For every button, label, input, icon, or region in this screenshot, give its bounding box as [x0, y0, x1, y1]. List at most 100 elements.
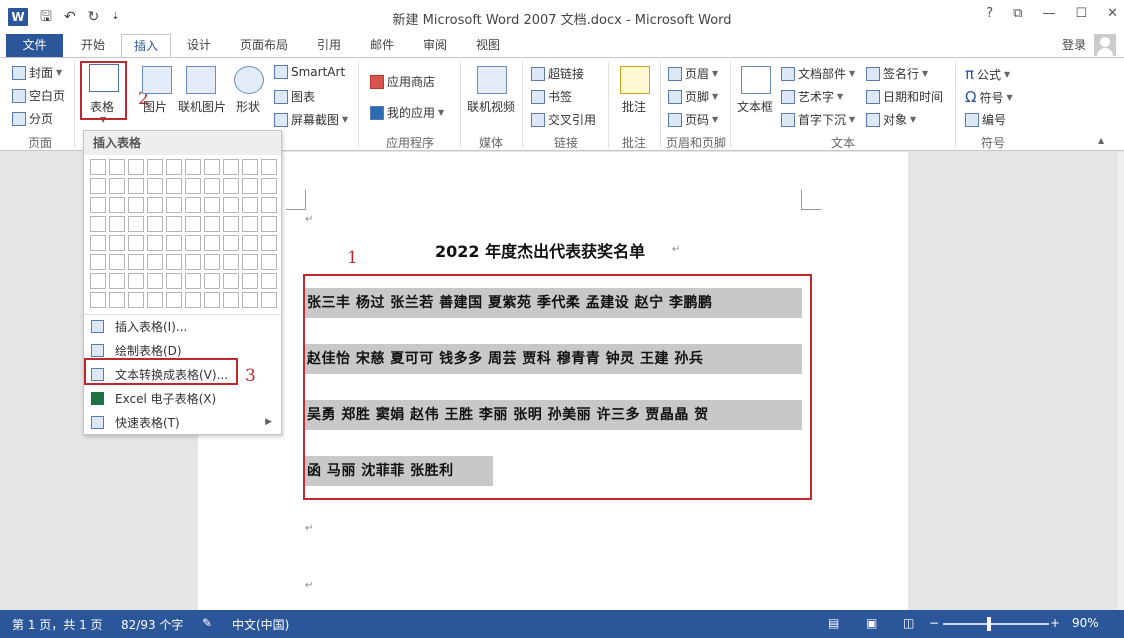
quick-parts-button[interactable]: 文档部件 ▼ [781, 65, 855, 82]
table-grid-cell[interactable] [109, 235, 125, 251]
tab-mailings[interactable]: 邮件 [359, 34, 405, 58]
page-number-button[interactable]: 页码 ▼ [668, 111, 718, 128]
table-grid-cell[interactable] [204, 197, 220, 213]
zoom-level[interactable]: 90% [1072, 616, 1099, 630]
table-grid-cell[interactable] [185, 216, 201, 232]
quick-tables-item[interactable]: 快速表格(T) ▶ [84, 410, 281, 434]
tab-view[interactable]: 视图 [465, 34, 511, 58]
table-grid-cell[interactable] [185, 159, 201, 175]
zoom-out-icon[interactable]: − [929, 616, 939, 630]
table-grid-cell[interactable] [185, 273, 201, 289]
online-picture-button[interactable]: 联机图片 [178, 98, 226, 115]
table-grid-cell[interactable] [166, 235, 182, 251]
excel-spreadsheet-item[interactable]: Excel 电子表格(X) [84, 386, 281, 410]
zoom-slider-thumb[interactable] [987, 617, 991, 631]
word-count[interactable]: 82/93 个字 [121, 616, 183, 633]
zoom-slider[interactable] [943, 623, 1049, 625]
proofing-icon[interactable]: ✎ [202, 616, 212, 630]
bookmark-button[interactable]: 书签 [531, 88, 572, 105]
zoom-in-icon[interactable]: + [1050, 616, 1060, 630]
tab-review[interactable]: 审阅 [412, 34, 458, 58]
table-grid-cell[interactable] [166, 254, 182, 270]
online-video-button[interactable]: 联机视频 [467, 98, 515, 115]
collapse-ribbon-button[interactable]: ▲ [1098, 136, 1104, 145]
table-grid-cell[interactable] [90, 178, 106, 194]
table-grid-cell[interactable] [242, 254, 258, 270]
table-grid-cell[interactable] [242, 292, 258, 308]
table-grid-cell[interactable] [223, 273, 239, 289]
table-grid-cell[interactable] [261, 159, 277, 175]
table-grid-cell[interactable] [90, 159, 106, 175]
table-grid-cell[interactable] [204, 216, 220, 232]
smartart-button[interactable]: SmartArt [274, 65, 345, 79]
table-grid-cell[interactable] [261, 273, 277, 289]
close-icon[interactable]: ✕ [1107, 6, 1118, 21]
table-grid-cell[interactable] [90, 216, 106, 232]
table-grid-cell[interactable] [261, 178, 277, 194]
table-grid-cell[interactable] [147, 216, 163, 232]
table-grid-cell[interactable] [223, 254, 239, 270]
avatar[interactable] [1094, 34, 1116, 56]
tab-references[interactable]: 引用 [306, 34, 352, 58]
object-button[interactable]: 对象 ▼ [866, 111, 916, 128]
table-grid-cell[interactable] [109, 216, 125, 232]
shapes-button[interactable]: 形状 [236, 98, 260, 115]
table-grid-cell[interactable] [261, 235, 277, 251]
table-grid-cell[interactable] [166, 197, 182, 213]
page-count[interactable]: 第 1 页，共 1 页 [12, 616, 103, 633]
table-grid-cell[interactable] [90, 235, 106, 251]
table-grid-cell[interactable] [185, 254, 201, 270]
hyperlink-button[interactable]: 超链接 [531, 65, 584, 82]
vertical-scrollbar[interactable] [1118, 152, 1124, 610]
table-grid-cell[interactable] [109, 254, 125, 270]
footer-button[interactable]: 页脚 ▼ [668, 88, 718, 105]
table-grid-cell[interactable] [223, 235, 239, 251]
page-break-button[interactable]: 分页 [12, 110, 53, 127]
table-grid-cell[interactable] [128, 273, 144, 289]
table-grid-cell[interactable] [166, 159, 182, 175]
table-grid-cell[interactable] [242, 235, 258, 251]
read-mode-icon[interactable]: ▤ [828, 616, 839, 630]
table-grid-cell[interactable] [204, 273, 220, 289]
table-grid-cell[interactable] [242, 197, 258, 213]
table-grid-cell[interactable] [223, 159, 239, 175]
table-grid-cell[interactable] [242, 216, 258, 232]
table-grid-cell[interactable] [223, 292, 239, 308]
table-grid-cell[interactable] [204, 178, 220, 194]
login-link[interactable]: 登录 [1054, 34, 1094, 58]
table-grid-cell[interactable] [147, 273, 163, 289]
date-time-button[interactable]: 日期和时间 [866, 88, 943, 105]
table-size-grid[interactable] [90, 159, 277, 308]
table-grid-cell[interactable] [166, 178, 182, 194]
header-button[interactable]: 页眉 ▼ [668, 65, 718, 82]
tab-insert[interactable]: 插入 [121, 34, 171, 59]
table-grid-cell[interactable] [128, 178, 144, 194]
table-grid-cell[interactable] [109, 292, 125, 308]
minimize-icon[interactable]: — [1042, 6, 1055, 21]
table-grid-cell[interactable] [204, 235, 220, 251]
table-grid-cell[interactable] [128, 216, 144, 232]
table-grid-cell[interactable] [90, 273, 106, 289]
language-indicator[interactable]: 中文(中国) [232, 616, 289, 633]
my-apps-button[interactable]: 我的应用 ▼ [370, 104, 444, 121]
textbox-button[interactable]: 文本框 [737, 98, 773, 115]
table-grid-cell[interactable] [147, 159, 163, 175]
tab-design[interactable]: 设计 [176, 34, 222, 58]
blank-page-button[interactable]: 空白页 [12, 87, 65, 104]
wordart-button[interactable]: 艺术字 ▼ [781, 88, 843, 105]
table-grid-cell[interactable] [90, 292, 106, 308]
insert-table-item[interactable]: 插入表格(I)... [84, 314, 281, 338]
table-grid-cell[interactable] [261, 292, 277, 308]
table-grid-cell[interactable] [109, 159, 125, 175]
ribbon-display-icon[interactable]: ⧉ [1013, 6, 1022, 21]
table-grid-cell[interactable] [128, 159, 144, 175]
table-grid-cell[interactable] [128, 235, 144, 251]
table-grid-cell[interactable] [185, 197, 201, 213]
tab-home[interactable]: 开始 [70, 34, 116, 58]
table-grid-cell[interactable] [147, 197, 163, 213]
cover-button[interactable]: 封面 ▼ [12, 64, 62, 81]
tab-file[interactable]: 文件 [6, 34, 63, 58]
table-grid-cell[interactable] [223, 216, 239, 232]
chart-button[interactable]: 图表 [274, 88, 315, 105]
comment-button[interactable]: 批注 [622, 98, 646, 115]
